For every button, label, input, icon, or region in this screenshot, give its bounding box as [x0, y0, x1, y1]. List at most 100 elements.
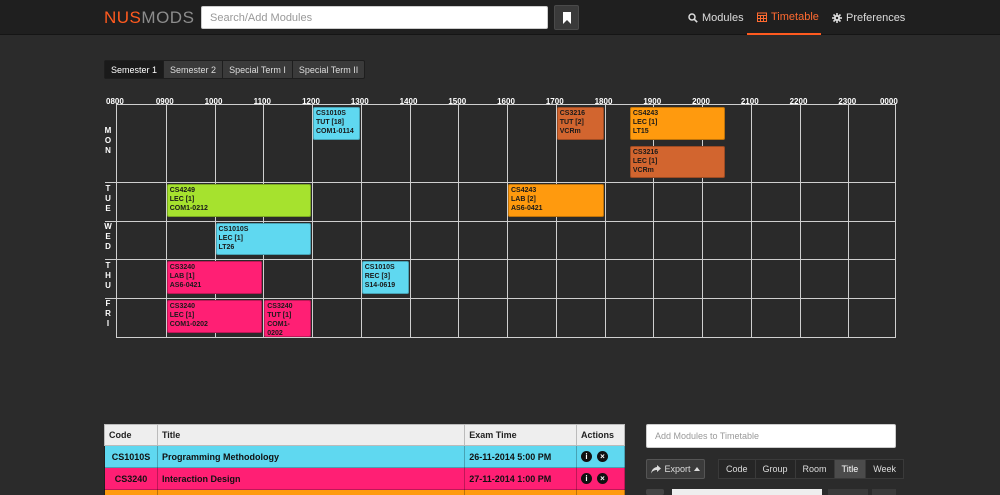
- lesson-type: LEC [1]: [169, 196, 195, 204]
- day-gridline: [105, 298, 895, 299]
- bookmark-button[interactable]: [554, 5, 579, 30]
- lesson-code: CS4249: [169, 187, 196, 195]
- gear-icon: [832, 12, 842, 23]
- lesson-venue: AS6-0421: [169, 282, 202, 290]
- day-label: THU: [105, 260, 111, 290]
- lesson-block[interactable]: CS3240 LAB [1] AS6-0421: [166, 261, 263, 294]
- lesson-block[interactable]: CS3216 TUT [2] VCRm: [556, 107, 604, 140]
- tab-special-term-2[interactable]: Special Term II: [292, 60, 366, 79]
- module-exam-time: [464, 489, 577, 495]
- nav-modules[interactable]: Modules: [688, 0, 744, 35]
- lesson-type: LEC [1]: [632, 119, 658, 126]
- lesson-venue: COM1-0202: [169, 321, 208, 328]
- calendar-icon: [757, 12, 767, 22]
- app-logo[interactable]: NUSMODS: [104, 8, 194, 28]
- lesson-code: CS1010S: [316, 110, 346, 117]
- tab-semester-1[interactable]: Semester 1: [104, 60, 165, 79]
- bottom-button[interactable]: [872, 489, 896, 495]
- semester-tabs: Semester 1 Semester 2 Special Term I Spe…: [104, 60, 366, 79]
- module-title: Programming Methodology: [156, 445, 466, 468]
- logo-part-nus: NUS: [104, 8, 142, 27]
- header-code[interactable]: Code: [104, 424, 158, 446]
- view-option-code[interactable]: Code: [718, 459, 756, 479]
- export-label: Export: [664, 464, 691, 474]
- module-actions: i ×: [575, 467, 626, 490]
- nav-preferences[interactable]: Preferences: [832, 0, 905, 35]
- day-label: TUE: [105, 183, 111, 213]
- lesson-block[interactable]: CS4243 LAB [2] AS6-0421: [508, 184, 604, 217]
- export-button[interactable]: Export: [646, 459, 705, 479]
- lesson-block[interactable]: CS3216 LEC [1] VCRm: [629, 145, 726, 179]
- logo-part-mods: MODS: [141, 8, 195, 27]
- tab-special-term-1[interactable]: Special Term I: [223, 60, 293, 79]
- view-option-group: Code Group Room Title Week: [718, 459, 905, 479]
- lesson-type: LAB [1]: [169, 273, 195, 281]
- info-icon[interactable]: i: [580, 451, 592, 463]
- view-option-title[interactable]: Title: [834, 459, 867, 479]
- lesson-code: CS4243: [632, 110, 659, 117]
- lesson-venue: VCRm: [559, 128, 581, 135]
- day-gridline: [105, 259, 895, 261]
- module-title: [156, 489, 466, 495]
- module-row[interactable]: [104, 489, 626, 495]
- lesson-venue: AS6-0421: [511, 205, 543, 213]
- module-title: Interaction Design: [156, 467, 466, 490]
- day-label: WED: [104, 222, 112, 252]
- day-gridline: [105, 220, 895, 222]
- lesson-code: CS3216: [559, 110, 586, 117]
- lesson-block[interactable]: CS1010S LEC [1] LT26: [215, 222, 311, 256]
- module-exam-time: 26-11-2014 5:00 PM: [464, 445, 577, 468]
- bottom-button[interactable]: [646, 489, 664, 495]
- view-option-group[interactable]: Group: [755, 459, 796, 479]
- info-icon[interactable]: i: [580, 473, 592, 485]
- view-option-room[interactable]: Room: [795, 459, 835, 479]
- lesson-code: CS3240: [169, 303, 196, 310]
- lesson-block[interactable]: CS3240 LEC [1] COM1-0202: [166, 300, 263, 333]
- lesson-block[interactable]: CS3240 TUT [1] COM1- 0202: [264, 300, 311, 337]
- lesson-code: CS4243: [511, 187, 537, 195]
- header-actions: Actions: [575, 424, 626, 446]
- lesson-venue: COM1-0212: [169, 205, 208, 213]
- lesson-block[interactable]: CS4243 LEC [1] LT15: [629, 107, 726, 140]
- lesson-block[interactable]: CS1010S REC [3] S14-0619: [361, 261, 409, 294]
- lesson-type: REC [3]: [364, 273, 391, 281]
- module-exam-time: 27-11-2014 1:00 PM: [464, 467, 577, 490]
- share-icon: [651, 464, 662, 473]
- lesson-code: CS1010S: [364, 264, 395, 272]
- lesson-venue: COM1-: [267, 321, 290, 328]
- bottom-input[interactable]: [672, 489, 822, 495]
- bookmark-icon: [562, 11, 571, 24]
- day-label: MON: [104, 125, 112, 155]
- lesson-venue: LT15: [632, 128, 649, 135]
- day-label: FRI: [105, 299, 111, 329]
- remove-icon[interactable]: ×: [596, 473, 608, 485]
- view-option-week[interactable]: Week: [866, 459, 905, 479]
- remove-icon[interactable]: ×: [596, 451, 608, 463]
- lesson-type: TUT [2]: [559, 119, 584, 126]
- lesson-code: CS3240: [169, 264, 196, 272]
- header-exam-time[interactable]: Exam Time: [464, 424, 577, 446]
- lesson-block[interactable]: CS4249 LEC [1] COM1-0212: [166, 184, 311, 217]
- lesson-type: LEC [1]: [218, 234, 244, 242]
- search-input[interactable]: [201, 6, 548, 29]
- module-table-header: Code Title Exam Time Actions: [104, 424, 626, 446]
- search-icon: [688, 12, 698, 23]
- lesson-venue: 0202: [267, 330, 283, 337]
- header-title[interactable]: Title: [156, 424, 466, 446]
- module-row[interactable]: CS3240 Interaction Design 27-11-2014 1:00 …: [104, 467, 626, 490]
- module-code: CS1010S: [104, 445, 158, 468]
- caret-up-icon: [693, 467, 700, 471]
- lesson-code: CS3240: [267, 303, 293, 310]
- nav-preferences-label: Preferences: [846, 11, 906, 24]
- module-row[interactable]: CS1010S Programming Methodology 26-11-2014…: [104, 445, 626, 468]
- nav-timetable[interactable]: Timetable: [747, 0, 821, 35]
- lesson-type: TUT [18]: [316, 119, 344, 126]
- add-modules-input[interactable]: [646, 424, 896, 448]
- bottom-controls: [646, 489, 896, 495]
- bottom-button[interactable]: [828, 489, 868, 495]
- lesson-block[interactable]: CS1010S TUT [18] COM1-0114: [313, 107, 360, 140]
- tab-semester-2[interactable]: Semester 2: [164, 60, 224, 79]
- lesson-type: LEC [1]: [169, 312, 195, 319]
- lesson-code: CS1010S: [218, 225, 249, 233]
- lesson-type: LEC [1]: [632, 157, 658, 165]
